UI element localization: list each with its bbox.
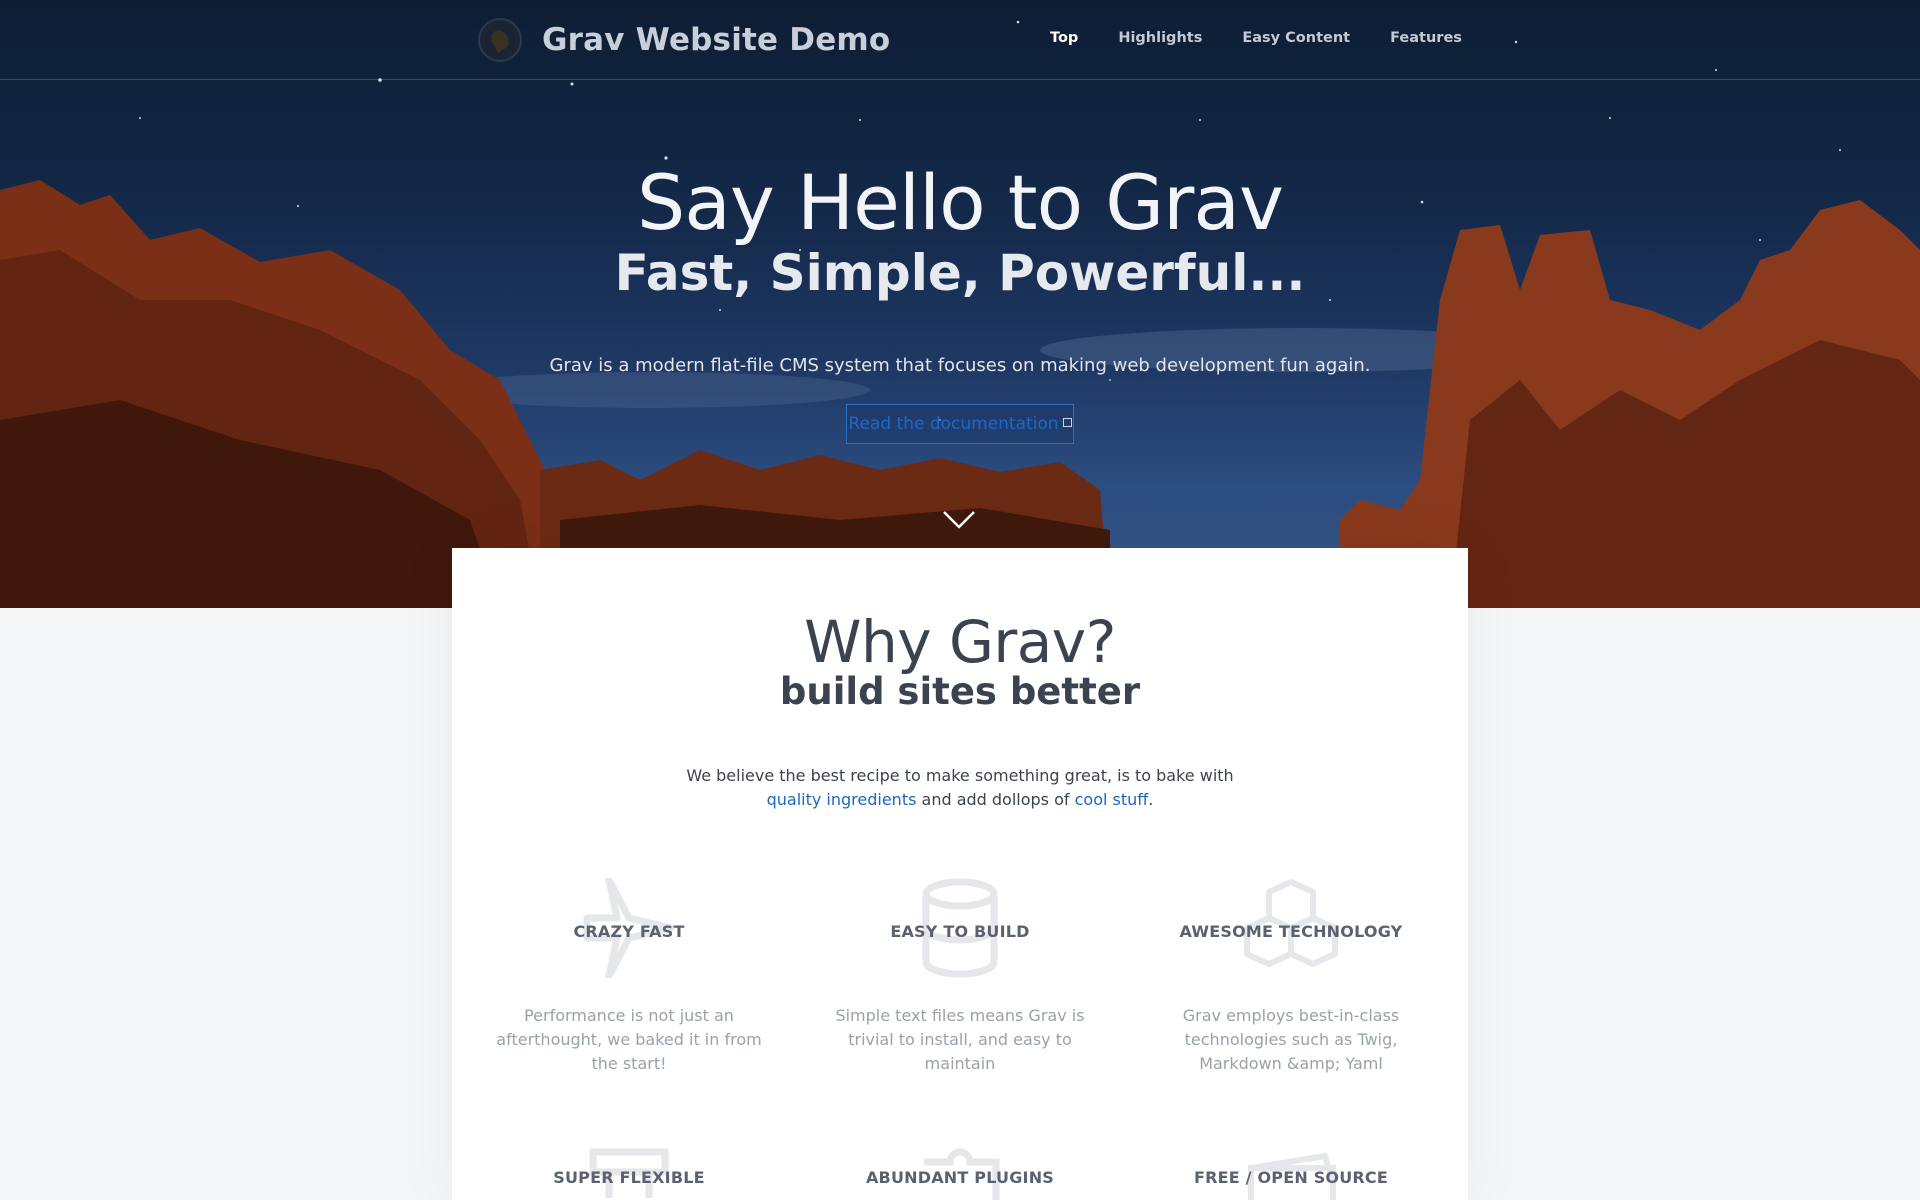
grav-logo-icon: [478, 18, 522, 62]
section-subtitle: build sites better: [779, 670, 1141, 713]
hero-subtitle: Fast, Simple, Powerful...: [614, 244, 1306, 302]
read-documentation-button[interactable]: Read the documentation: [846, 404, 1074, 444]
section-description-text: .: [1148, 790, 1154, 809]
feature-description: Performance is not just an afterthought,…: [496, 1006, 762, 1073]
hero-title: Say Hello to Grav: [637, 158, 1284, 247]
section-description: We believe the best recipe to make somet…: [662, 764, 1258, 812]
feature-title: SUPER FLEXIBLE: [553, 1168, 705, 1187]
site-title: Grav Website Demo: [542, 22, 891, 58]
why-grav-section: Why Grav? build sites better We believe …: [452, 548, 1468, 1200]
cool-stuff-link[interactable]: cool stuff: [1075, 790, 1149, 809]
feature-title: AWESOME TECHNOLOGY: [1179, 922, 1403, 941]
nav-item-features[interactable]: Features: [1390, 30, 1462, 46]
top-navigation-bar: Grav Website Demo Top Highlights Easy Co…: [0, 0, 1920, 80]
hero-description: Grav is a modern flat-file CMS system th…: [549, 355, 1371, 376]
external-link-icon: [1062, 417, 1072, 427]
main-nav: Top Highlights Easy Content Features: [1050, 30, 1502, 46]
section-description-text: and add dollops of: [916, 790, 1075, 809]
site-logo-link[interactable]: Grav Website Demo: [478, 18, 890, 62]
feature-title: CRAZY FAST: [573, 922, 685, 941]
hero-section: Grav Website Demo Top Highlights Easy Co…: [0, 0, 1920, 608]
nav-item-easy-content[interactable]: Easy Content: [1242, 30, 1350, 46]
chevron-down-icon[interactable]: [942, 510, 976, 530]
nav-item-highlights[interactable]: Highlights: [1118, 30, 1202, 46]
nav-item-top[interactable]: Top: [1050, 30, 1078, 46]
quality-ingredients-link[interactable]: quality ingredients: [767, 790, 917, 809]
section-description-text: We believe the best recipe to make somet…: [686, 766, 1234, 785]
section-title: Why Grav?: [804, 608, 1116, 676]
feature-title: FREE / OPEN SOURCE: [1193, 1168, 1389, 1187]
feature-description: Simple text files means Grav is trivial …: [835, 1006, 1085, 1073]
feature-title: ABUNDANT PLUGINS: [865, 1168, 1055, 1187]
feature-description: Grav employs best-in-class technologies …: [1182, 1006, 1400, 1073]
read-documentation-label: Read the documentation: [848, 414, 1059, 434]
feature-title: EASY TO BUILD: [890, 922, 1030, 941]
